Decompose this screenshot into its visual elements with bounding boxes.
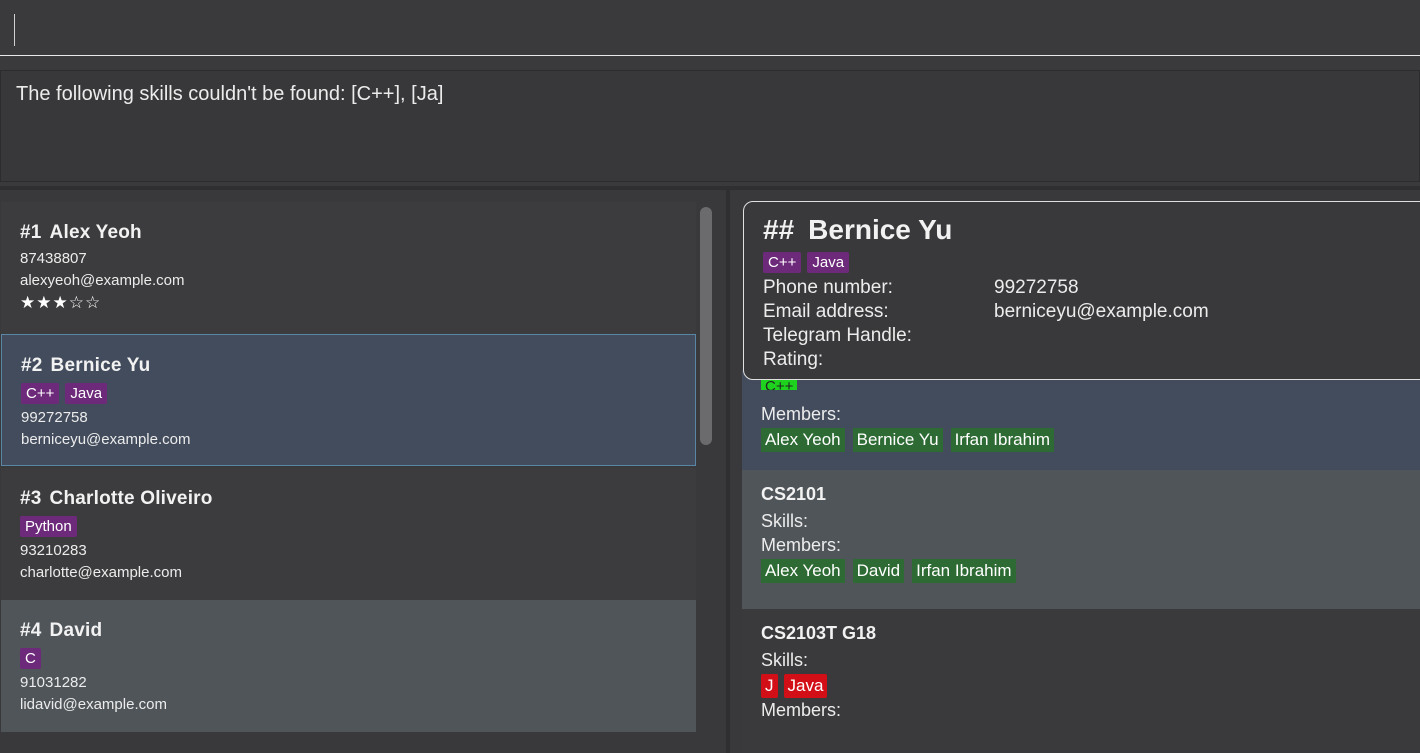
member-tag: Alex Yeoh: [761, 559, 845, 583]
person-email: berniceyu@example.com: [21, 431, 191, 448]
result-message: The following skills couldn't be found: …: [16, 83, 444, 105]
group-card[interactable]: CS2103T G18 Skills: J Java Members:: [742, 609, 1420, 753]
command-input[interactable]: [0, 0, 1420, 55]
person-tags: Python: [20, 516, 677, 540]
person-name-row: #1 Alex Yeoh: [20, 222, 677, 244]
result-display: The following skills couldn't be found: …: [0, 70, 1420, 182]
skill-tag: C++: [763, 252, 802, 273]
phone-label: Phone number:: [763, 277, 893, 298]
phone-value: 99272758: [994, 277, 1079, 298]
text-caret: [14, 14, 15, 46]
skill-tag: Python: [20, 516, 77, 537]
popup-name: Bernice Yu: [808, 214, 953, 245]
rating-stars: ★★★☆☆: [20, 293, 102, 313]
popup-telegram-row: Telegram Handle:: [763, 324, 1413, 348]
missing-skill-tag: Java: [783, 674, 828, 698]
person-detail-popup: ## Bernice Yu C++ Java Phone number: 99272…: [743, 201, 1420, 380]
person-name-row: #2 Bernice Yu: [21, 355, 676, 377]
person-name: David: [49, 620, 103, 641]
group-members: Alex Yeoh David Irfan Ibrahim: [761, 559, 1401, 583]
members-label: Members:: [761, 404, 842, 424]
rating-label: Rating:: [763, 349, 824, 370]
person-list-scrollbar[interactable]: [700, 207, 712, 445]
popup-index: ##: [763, 214, 795, 245]
person-name: Bernice Yu: [50, 355, 151, 376]
person-tags: C: [20, 648, 677, 672]
email-value: berniceyu@example.com: [994, 301, 1209, 322]
person-phone: 93210283: [20, 542, 87, 559]
person-phone: 87438807: [20, 250, 87, 267]
skills-label: Skills:: [761, 650, 809, 670]
person-card[interactable]: #3 Charlotte Oliveiro Python 93210283 cha…: [1, 468, 696, 600]
person-name-row: #4 David: [20, 620, 677, 642]
person-email: charlotte@example.com: [20, 564, 182, 581]
group-skills-row: C++: [761, 378, 1401, 396]
missing-skill-tag: J: [761, 674, 778, 698]
person-email: alexyeoh@example.com: [20, 272, 185, 289]
telegram-label: Telegram Handle:: [763, 325, 912, 346]
skill-tag: C: [20, 648, 41, 669]
group-skills: J Java: [761, 674, 1401, 698]
members-label: Members:: [761, 700, 842, 720]
member-tag: David: [852, 559, 905, 583]
member-tag: Alex Yeoh: [761, 428, 845, 452]
members-label: Members:: [761, 535, 842, 555]
skill-tag: Java: [807, 252, 850, 273]
person-phone: 99272758: [21, 409, 88, 426]
person-index: #3: [20, 488, 42, 509]
popup-rating-row: Rating:: [763, 348, 1413, 372]
person-card[interactable]: #4 David C 91031282 lidavid@example.com: [1, 600, 696, 732]
skill-tag: Java: [65, 383, 108, 404]
skill-tag: C++: [21, 383, 60, 404]
skills-label: Skills:: [761, 511, 809, 531]
group-name: CS2101: [761, 484, 827, 504]
person-card[interactable]: #1 Alex Yeoh 87438807 alexyeoh@example.co…: [1, 202, 696, 334]
popup-phone-row: Phone number: 99272758: [763, 276, 1413, 300]
person-index: #1: [20, 222, 42, 243]
member-tag: Irfan Ibrahim: [950, 428, 1054, 452]
person-index: #4: [20, 620, 42, 641]
popup-email-row: Email address: berniceyu@example.com: [763, 300, 1413, 324]
person-card-selected[interactable]: #2 Bernice Yu C++ Java 99272758 berniceyu@…: [1, 334, 696, 466]
person-name-row: #3 Charlotte Oliveiro: [20, 488, 677, 510]
popup-tags: C++ Java: [763, 252, 1413, 276]
person-email: lidavid@example.com: [20, 696, 167, 713]
person-phone: 91031282: [20, 674, 87, 691]
person-name: Charlotte Oliveiro: [49, 488, 213, 509]
member-tag: Bernice Yu: [852, 428, 943, 452]
group-card-selected[interactable]: C++ Members: Alex Yeoh Bernice Yu Irfan Ib…: [742, 370, 1420, 470]
email-label: Email address:: [763, 301, 889, 322]
member-tag: Irfan Ibrahim: [912, 559, 1016, 583]
person-tags: C++ Java: [21, 383, 676, 407]
group-name: CS2103T G18: [761, 623, 877, 643]
popup-title: ## Bernice Yu: [763, 214, 1413, 246]
person-name: Alex Yeoh: [49, 222, 142, 243]
person-index: #2: [21, 355, 43, 376]
group-members: Alex Yeoh Bernice Yu Irfan Ibrahim: [761, 428, 1401, 452]
group-card[interactable]: CS2101 Skills: Members: Alex Yeoh David Ir…: [742, 470, 1420, 609]
command-box[interactable]: [0, 0, 1420, 56]
